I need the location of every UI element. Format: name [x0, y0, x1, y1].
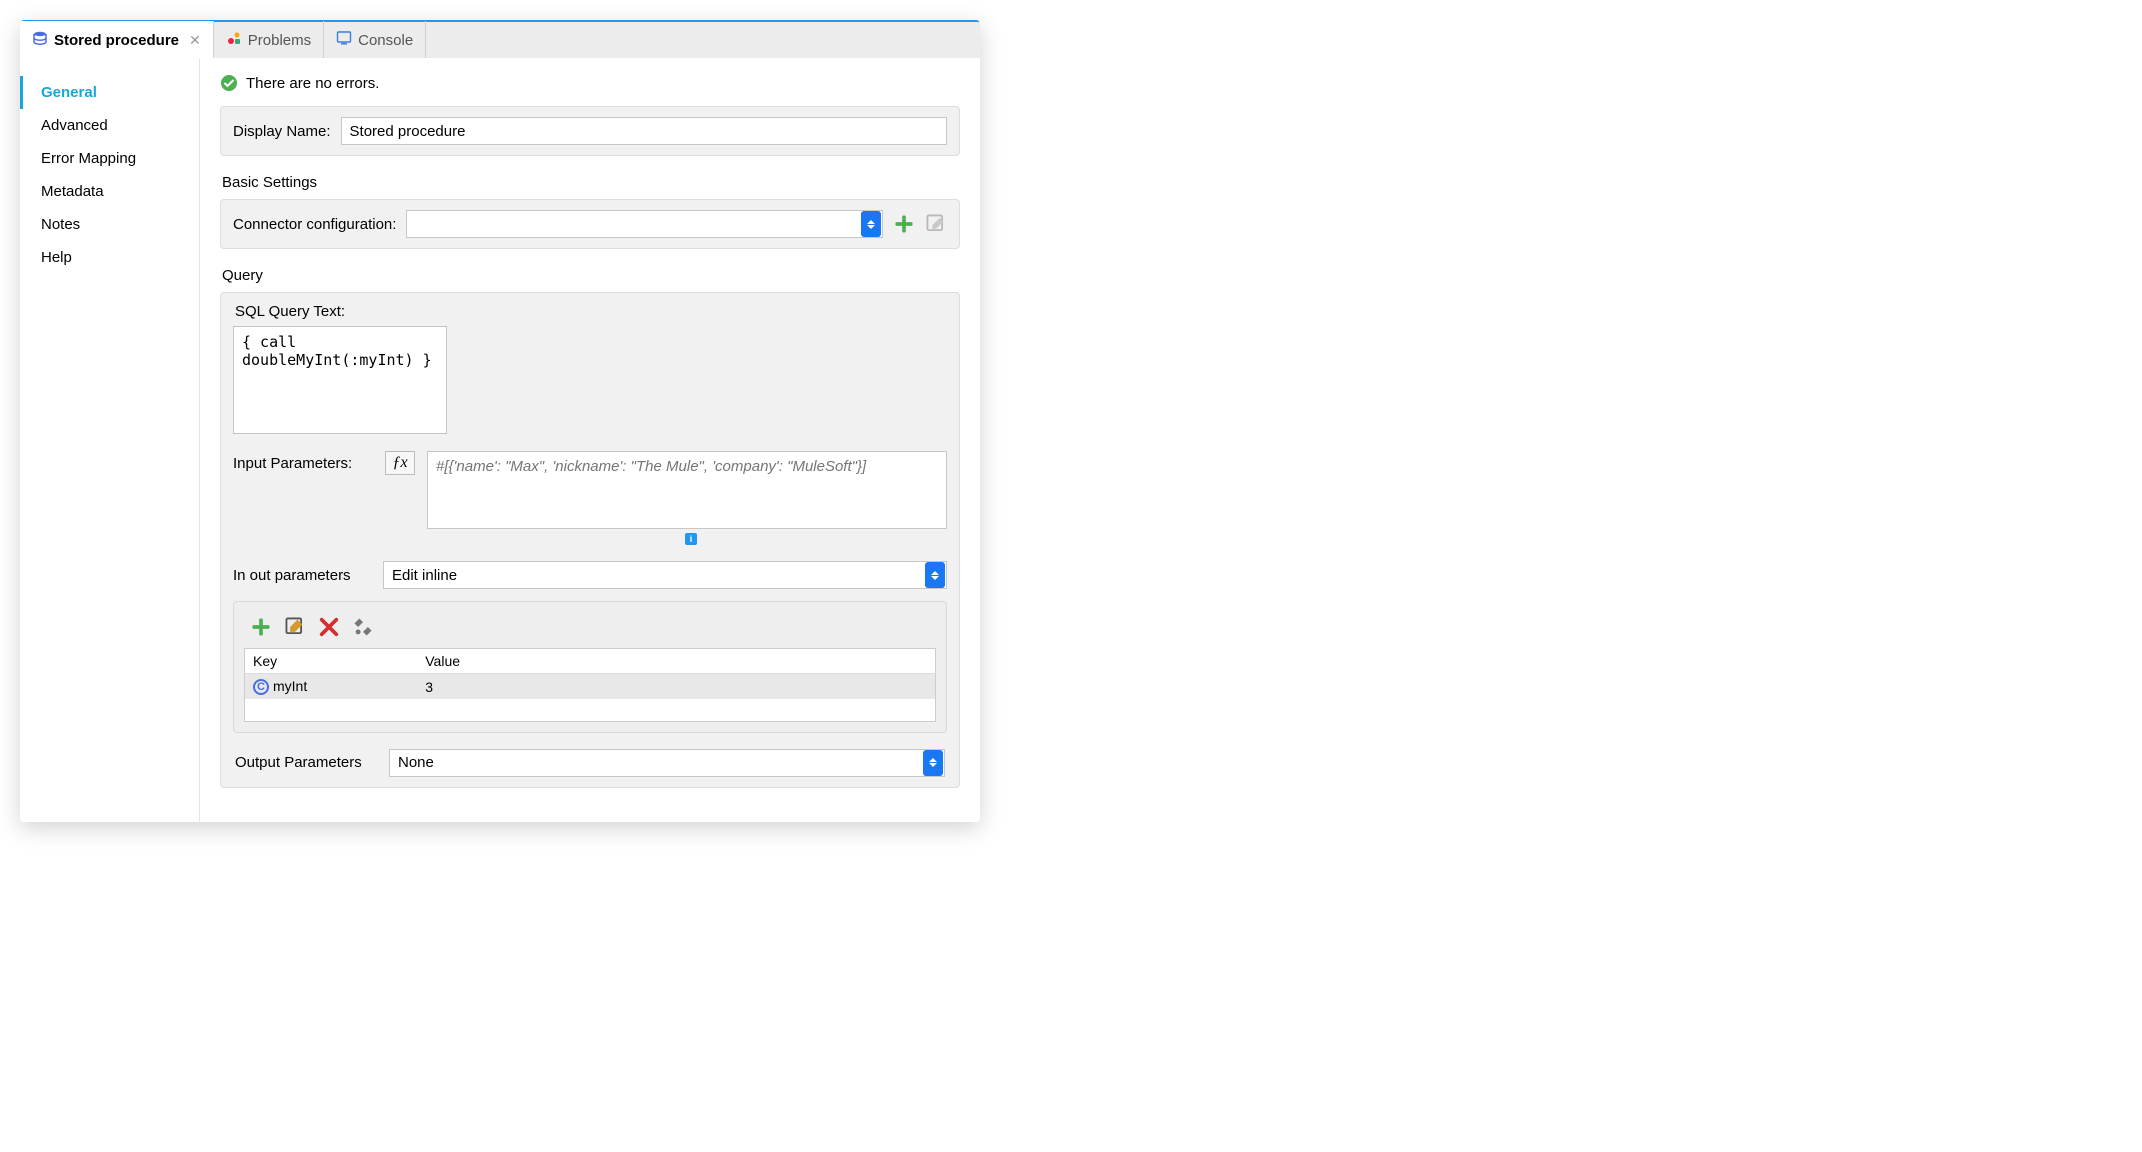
tab-stored-procedure[interactable]: Stored procedure ✕: [20, 21, 214, 59]
config-window: Stored procedure ✕ Problems Console Gene…: [20, 20, 980, 822]
problems-icon: [226, 30, 242, 50]
output-params-label: Output Parameters: [235, 754, 375, 771]
basic-settings-panel: Connector configuration:: [220, 199, 960, 249]
table-toolbar: [244, 612, 936, 648]
input-params-label: Input Parameters:: [233, 451, 373, 472]
input-params-textarea[interactable]: [427, 451, 947, 529]
cell-key: myInt: [273, 678, 307, 694]
inout-params-label: In out parameters: [233, 567, 373, 584]
tab-label: Problems: [248, 32, 311, 49]
main-panel: There are no errors. Display Name: Basic…: [200, 58, 980, 822]
params-table-panel: Key Value CmyInt 3: [233, 601, 947, 733]
info-icon: i: [685, 533, 697, 545]
sidebar-item-notes[interactable]: Notes: [20, 208, 199, 241]
connector-config-select[interactable]: [406, 210, 883, 238]
sidebar: General Advanced Error Mapping Metadata …: [20, 58, 200, 822]
select-value: Edit inline: [384, 567, 924, 584]
tab-console[interactable]: Console: [324, 21, 426, 59]
params-table: Key Value CmyInt 3: [244, 648, 936, 722]
edit-config-button[interactable]: [925, 213, 947, 235]
display-name-label: Display Name:: [233, 123, 331, 140]
add-row-button[interactable]: [250, 616, 272, 638]
sql-query-label: SQL Query Text:: [233, 303, 947, 326]
close-icon[interactable]: ✕: [189, 32, 201, 49]
table-header-value: Value: [417, 649, 935, 674]
delete-row-button[interactable]: [318, 616, 340, 638]
database-icon: [32, 30, 48, 50]
tools-button[interactable]: [352, 616, 374, 638]
query-title: Query: [220, 263, 960, 292]
select-value: None: [390, 754, 922, 771]
connector-config-label: Connector configuration:: [233, 216, 396, 233]
display-name-input[interactable]: [341, 117, 947, 145]
status-row: There are no errors.: [220, 68, 960, 106]
fx-button[interactable]: ƒx: [385, 451, 415, 475]
tab-label: Stored procedure: [54, 32, 179, 49]
status-text: There are no errors.: [246, 75, 379, 92]
param-icon: C: [253, 679, 269, 695]
chevron-updown-icon: [925, 562, 945, 588]
basic-settings-title: Basic Settings: [220, 170, 960, 199]
edit-row-button[interactable]: [284, 616, 306, 638]
sidebar-item-help[interactable]: Help: [20, 241, 199, 274]
tab-label: Console: [358, 32, 413, 49]
cell-value: 3: [417, 674, 935, 700]
check-icon: [220, 74, 238, 92]
table-row-empty[interactable]: [245, 699, 936, 721]
display-name-panel: Display Name:: [220, 106, 960, 156]
table-header-key: Key: [245, 649, 418, 674]
console-icon: [336, 30, 352, 50]
query-panel: SQL Query Text: Input Parameters: ƒx i I…: [220, 292, 960, 788]
inout-params-select[interactable]: Edit inline: [383, 561, 947, 589]
tabs-bar: Stored procedure ✕ Problems Console: [20, 20, 980, 58]
tab-problems[interactable]: Problems: [214, 21, 324, 59]
chevron-updown-icon: [923, 750, 943, 776]
sidebar-item-general[interactable]: General: [20, 76, 199, 109]
add-config-button[interactable]: [893, 213, 915, 235]
table-row[interactable]: CmyInt 3: [245, 674, 936, 700]
chevron-updown-icon: [861, 211, 881, 237]
output-params-select[interactable]: None: [389, 749, 945, 777]
sidebar-item-metadata[interactable]: Metadata: [20, 175, 199, 208]
sql-query-textarea[interactable]: [233, 326, 447, 434]
sidebar-item-error-mapping[interactable]: Error Mapping: [20, 142, 199, 175]
sidebar-item-advanced[interactable]: Advanced: [20, 109, 199, 142]
